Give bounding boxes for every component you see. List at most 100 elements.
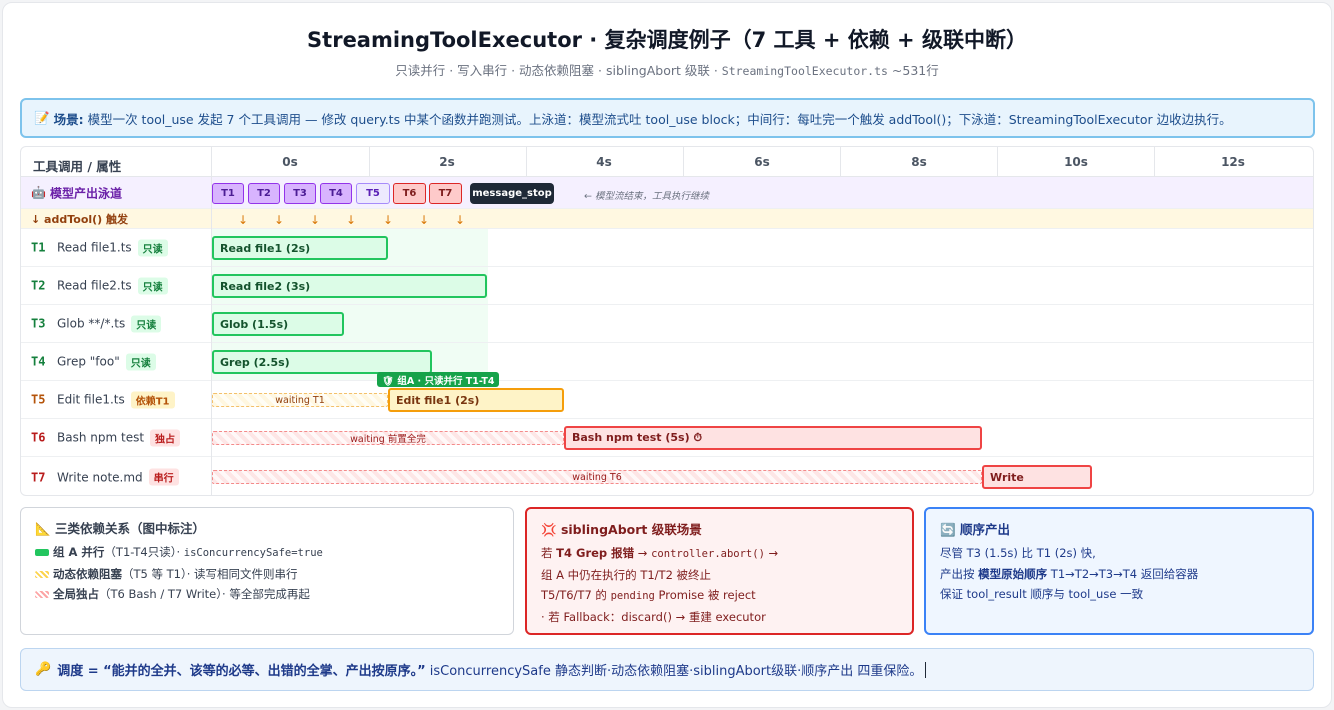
tool-label: T5 Edit file1.ts 依赖T1 <box>31 391 175 408</box>
tool-row-t5: T5 Edit file1.ts 依赖T1 waiting T1 Edit fi… <box>21 381 1313 419</box>
stream-note: ← 模型流结束，工具执行继续 <box>584 191 709 202</box>
tool-row-t4: T4 Grep "foo" 只读 Grep (2.5s) <box>21 343 1313 381</box>
readonly-badge: 只读 <box>137 239 168 256</box>
tick-divider <box>526 147 527 177</box>
dependency-badge: 依赖T1 <box>130 391 175 408</box>
exec-bar-t4: Grep (2.5s) <box>212 350 432 374</box>
tick-label: 0s <box>282 155 298 169</box>
dep-parallel-label: 组 A 并行 <box>53 545 105 559</box>
exclusive-badge: 独占 <box>150 429 181 446</box>
readonly-badge: 只读 <box>125 353 156 370</box>
stream-chip-t5: T5 <box>356 183 390 204</box>
tool-label: T1 Read file1.ts 只读 <box>31 239 168 256</box>
page-subtitle: 只读并行 · 写入串行 · 动态依赖阻塞 · siblingAbort 级联 ·… <box>0 60 1334 79</box>
dep-dynamic-text: （T5 等 T1）· 读写相同文件则串行 <box>122 566 298 581</box>
tool-label: T6 Bash npm test 独占 <box>31 429 181 446</box>
tool-label: T7 Write note.md 串行 <box>31 468 179 486</box>
dep-exclusive-text: （T6 Bash / T7 Write）· 等全部完成再起 <box>99 587 310 601</box>
timeline-grid: 工具调用 / 属性 0s 2s 4s 6s 8s 10s 12s 🤖 模型产出泳… <box>20 146 1314 496</box>
stream-label-text: 模型产出泳道 <box>49 186 122 200</box>
order-l2-tail: T1→T2→T3→T4 返回给容器 <box>1047 566 1199 581</box>
abort-line-3: T5/T6/T7 的 pending Promise 被 reject <box>541 585 898 607</box>
order-l2-pre: 产出按 <box>940 566 979 581</box>
down-arrow-icon: ↓ <box>383 213 394 227</box>
anger-icon: 💢 <box>541 522 557 537</box>
tick-divider <box>369 147 370 177</box>
down-arrow-icon: ↓ <box>310 213 321 227</box>
red-swatch-icon <box>35 591 49 598</box>
key-icon: 🔑 <box>35 662 52 677</box>
wait-bar-t7: waiting T6 <box>212 470 982 484</box>
abort-line-4: · 若 Fallback：discard() → 重建 executor <box>541 609 766 624</box>
abort-l3-tail: Promise 被 reject <box>654 588 756 602</box>
tool-name: Grep "foo" <box>57 354 120 369</box>
order-l2-bold: 模型原始顺序 <box>978 566 1048 581</box>
tool-label: T4 Grep "foo" 只读 <box>31 353 156 370</box>
tool-label: T2 Read file2.ts 只读 <box>31 277 168 294</box>
stream-chip-t4: T4 <box>320 183 352 204</box>
dep-dynamic-label: 动态依赖阻塞 <box>53 566 122 581</box>
tick-label: 4s <box>596 155 612 169</box>
abort-title-text: siblingAbort 级联场景 <box>560 522 702 537</box>
abort-l3-code: pending <box>610 590 655 602</box>
tool-row-t6: T6 Bash npm test 独占 waiting 前置全完 Bash np… <box>21 419 1313 457</box>
subtitle-text: 只读并行 · 写入串行 · 动态依赖阻塞 · siblingAbort 级联 · <box>395 63 722 78</box>
down-arrow-icon: ↓ <box>419 213 430 227</box>
ordered-output-box: 🔄 顺序产出 尽管 T3 (1.5s) 比 T1 (2s) 快, 产出按 模型原… <box>924 507 1314 635</box>
order-title-text: 顺序产出 <box>959 522 1010 537</box>
down-arrow-icon: ↓ <box>238 213 249 227</box>
tool-label: T3 Glob **/*.ts 只读 <box>31 315 162 332</box>
tick-divider <box>1154 147 1155 177</box>
exec-bar-t7: Write <box>982 465 1092 489</box>
robot-icon: 🤖 <box>31 185 46 200</box>
tick-label: 2s <box>439 155 455 169</box>
dep-parallel-text: （T1-T4只读）· <box>104 545 184 559</box>
dep-parallel-code: isConcurrencySafe=true <box>183 547 323 559</box>
message-stop-chip: message_stop <box>470 183 554 204</box>
dep-line-dynamic: 动态依赖阻塞（T5 等 T1）· 读写相同文件则串行 <box>35 564 499 585</box>
stream-chip-t7: T7 <box>429 183 462 204</box>
tool-name: Edit file1.ts <box>57 392 125 407</box>
dependency-title-text: 三类依赖关系（图中标注） <box>54 521 205 536</box>
dependency-box-title: 📐 三类依赖关系（图中标注） <box>35 520 499 538</box>
cycle-icon: 🔄 <box>940 522 956 537</box>
header-label: 工具调用 / 属性 <box>33 159 122 174</box>
tool-id: T1 <box>31 240 46 255</box>
dep-line-exclusive: 全局独占（T6 Bash / T7 Write）· 等全部完成再起 <box>35 584 499 605</box>
trigger-row: ↓ addTool() 触发 ↓ ↓ ↓ ↓ ↓ ↓ ↓ <box>21 209 1313 229</box>
tool-name: Bash npm test <box>57 430 145 445</box>
tick-label: 12s <box>1221 155 1245 169</box>
label-divider <box>211 147 212 495</box>
tool-id: T3 <box>31 316 46 331</box>
sibling-abort-box: 💢 siblingAbort 级联场景 若 T4 Grep 报错 → contr… <box>525 507 914 635</box>
abort-l1-pre: 若 <box>541 546 557 560</box>
tick-divider <box>997 147 998 177</box>
amber-swatch-icon <box>35 570 49 578</box>
stream-lane-label: 🤖 模型产出泳道 <box>31 184 122 201</box>
tool-id: T6 <box>31 430 46 445</box>
dependency-types-box: 📐 三类依赖关系（图中标注） 组 A 并行（T1-T4只读）· isConcur… <box>20 507 514 635</box>
abort-l3-pre: T5/T6/T7 的 <box>541 588 611 602</box>
order-line-3: 保证 tool_result 顺序与 tool_use 一致 <box>940 587 1144 601</box>
tool-id: T4 <box>31 354 46 369</box>
order-line-1: 尽管 T3 (1.5s) 比 T1 (2s) 快, <box>940 546 1096 560</box>
abort-line-1: 若 T4 Grep 报错 → controller.abort() → <box>541 543 898 565</box>
scenario-text: 模型一次 tool_use 发起 7 个工具调用 — 修改 query.ts 中… <box>87 111 1232 127</box>
serial-badge: 串行 <box>148 468 179 486</box>
abort-line-2: 组 A 中仍在执行的 T1/T2 被终止 <box>541 567 712 582</box>
abort-box-title: 💢 siblingAbort 级联场景 <box>541 521 898 539</box>
tool-id: T2 <box>31 278 46 293</box>
wait-bar-t6: waiting 前置全完 <box>212 431 564 445</box>
trigger-label: ↓ addTool() 触发 <box>31 212 129 226</box>
abort-l1-tail: → <box>764 546 779 560</box>
stream-chip-t1: T1 <box>212 183 244 204</box>
down-arrow-icon: ↓ <box>455 213 466 227</box>
abort-l1-arrow: → <box>634 546 652 560</box>
stream-lane: 🤖 模型产出泳道 T1 T2 T3 T4 T5 T6 T7 message_st… <box>21 177 1313 209</box>
tool-name: Glob **/*.ts <box>57 316 126 331</box>
memo-icon: 📝 <box>34 110 50 125</box>
summary-footer: 🔑 调度 = “能并的全并、该等的必等、出错的全掌、产出按原序。” isConc… <box>20 648 1314 691</box>
dep-line-parallel: 组 A 并行（T1-T4只读）· isConcurrencySafe=true <box>35 542 499 564</box>
exec-bar-t5: Edit file1 (2s) <box>388 388 564 412</box>
exec-bar-t6: Bash npm test (5s) ⏱ <box>564 426 982 450</box>
